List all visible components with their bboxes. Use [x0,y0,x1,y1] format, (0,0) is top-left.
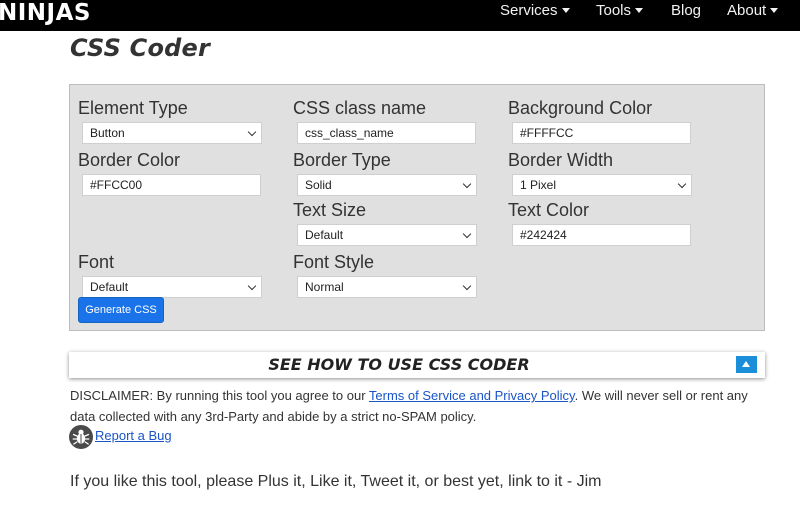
font-style-label: Font Style [293,252,375,272]
element-type-label: Element Type [78,98,188,118]
bug-icon[interactable] [69,425,93,449]
text-size-value: Default [305,228,344,242]
css-class-name-label: CSS class name [293,98,427,118]
border-type-label: Border Type [293,150,391,170]
background-color-label: Background Color [508,98,653,118]
chevron-down-icon [462,281,472,291]
chevron-down-icon [247,127,257,137]
chevron-down-icon [462,229,472,239]
text-size-select[interactable]: Default [297,224,477,246]
font-value: Default [90,280,129,294]
how-to-title: SEE HOW TO USE CSS CODER [268,355,530,374]
border-type-value: Solid [305,178,332,192]
chevron-down-icon [462,179,472,189]
share-message: If you like this tool, please Plus it, L… [70,473,602,490]
text-color-label: Text Color [508,200,590,220]
border-width-value: 1 Pixel [520,178,557,192]
nav-blog-label: Blog [671,2,702,19]
element-type-value: Button [90,126,125,140]
font-style-select[interactable]: Normal [297,276,477,298]
font-select[interactable]: Default [82,276,262,298]
font-style-value: Normal [305,280,344,294]
nav-blog[interactable]: Blog [671,0,701,22]
disclaimer-before: DISCLAIMER: By running this tool you agr… [70,388,369,403]
border-color-input[interactable]: #FFCC00 [82,174,261,196]
top-navbar: NINJAS Services Tools Blog About [0,0,800,31]
element-type-select[interactable]: Button [82,122,262,144]
caret-down-icon [770,7,779,13]
border-color-label: Border Color [78,150,181,170]
border-width-label: Border Width [508,150,614,170]
nav-services-label: Services [500,2,558,19]
nav-services[interactable]: Services [500,0,570,22]
collapse-toggle-icon[interactable] [736,356,757,373]
css-coder-form: Element Type Button CSS class name css_c… [69,84,765,331]
border-type-select[interactable]: Solid [297,174,477,196]
font-label: Font [78,252,115,272]
border-width-select[interactable]: 1 Pixel [512,174,692,196]
chevron-down-icon [247,281,257,291]
css-class-name-input[interactable]: css_class_name [297,122,476,144]
caret-down-icon [635,7,644,13]
brand-logo-text[interactable]: NINJAS [0,0,91,27]
text-color-input[interactable]: #242424 [512,224,691,246]
chevron-down-icon [677,179,687,189]
nav-tools-label: Tools [596,2,632,19]
nav-about-label: About [727,2,767,19]
text-size-label: Text Size [293,200,367,220]
caret-down-icon [561,7,570,13]
page-title: CSS Coder [70,34,211,62]
background-color-input[interactable]: #FFFFCC [512,122,691,144]
disclaimer-text: DISCLAIMER: By running this tool you agr… [70,385,770,427]
report-bug-link[interactable]: Report a Bug [95,428,172,444]
nav-tools[interactable]: Tools [596,0,644,22]
how-to-accordion[interactable]: SEE HOW TO USE CSS CODER [69,352,765,378]
generate-css-button[interactable]: Generate CSS [78,297,164,323]
terms-privacy-link[interactable]: Terms of Service and Privacy Policy [369,388,575,403]
nav-about[interactable]: About [727,0,779,22]
